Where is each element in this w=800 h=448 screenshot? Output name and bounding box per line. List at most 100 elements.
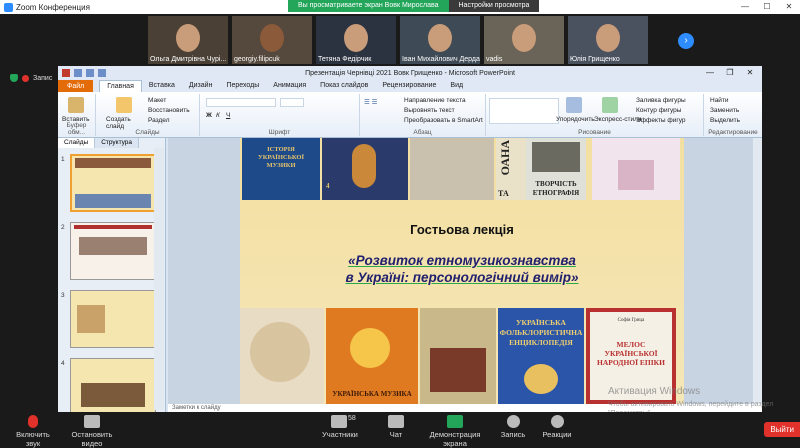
slides-scrollbar[interactable] <box>154 148 164 410</box>
slide-thumbnail[interactable] <box>70 290 156 348</box>
cover-pattern <box>618 160 654 190</box>
align-text-button[interactable]: Выровнять текст <box>404 107 455 114</box>
stop-video-label: Остановить видео <box>71 430 113 448</box>
tab-file[interactable]: Файл <box>58 80 94 92</box>
tab-design[interactable]: Дизайн <box>182 80 220 92</box>
share-screen-label: Демонстрация экрана <box>429 430 481 448</box>
tab-transitions[interactable]: Переходы <box>219 80 266 92</box>
section-button[interactable]: Раздел <box>148 117 169 124</box>
arrange-button[interactable]: Упорядочить <box>556 116 595 123</box>
participant-tile[interactable]: Іван Михайлович Дерда <box>400 16 480 64</box>
restore-icon[interactable]: ❐ <box>720 66 740 80</box>
tab-review[interactable]: Рецензирование <box>375 80 443 92</box>
book-title: ЕНЦИКЛОПЕДІЯ <box>509 338 573 347</box>
slide-thumbnail[interactable] <box>70 222 156 280</box>
book-title: НАРОДНОЇ ЕПІКИ <box>597 358 665 367</box>
book-spine-image: ОАНА ТА <box>496 138 526 200</box>
close-icon[interactable]: ✕ <box>778 0 800 14</box>
reactions-button[interactable]: Реакции <box>542 415 572 439</box>
thumb-image-strip <box>77 305 105 333</box>
tab-home[interactable]: Главная <box>99 80 142 92</box>
italic-icon[interactable]: К <box>216 112 220 119</box>
canvas-scrollbar[interactable] <box>752 138 762 404</box>
minimize-icon[interactable]: — <box>734 0 756 14</box>
replace-button[interactable]: Заменить <box>710 107 739 114</box>
sun-image <box>350 328 390 368</box>
stop-video-button[interactable]: Остановить видео <box>62 415 122 448</box>
select-button[interactable]: Выделить <box>710 117 740 124</box>
clipboard-label: Буфер обм... <box>66 122 87 136</box>
ribbon: Вставить Буфер обм... Создать слайд Маке… <box>58 92 762 138</box>
tab-outline[interactable]: Структура <box>95 138 140 148</box>
tab-animation[interactable]: Анимация <box>266 80 313 92</box>
tab-insert[interactable]: Вставка <box>142 80 182 92</box>
participant-video <box>176 24 200 52</box>
next-page-arrow-icon[interactable]: › <box>678 33 694 49</box>
editing-group-label: Редактирование <box>708 129 758 136</box>
tab-slideshow[interactable]: Показ слайдов <box>313 80 375 92</box>
smartart-button[interactable]: Преобразовать в SmartArt <box>404 117 483 124</box>
tab-slides[interactable]: Слайды <box>58 138 96 148</box>
participant-tile[interactable]: vadis <box>484 16 564 64</box>
slides-group: Создать слайд Макет Восстановить Раздел … <box>96 94 200 136</box>
zoom-window-controls: — ☐ ✕ <box>734 0 800 14</box>
cover-pattern <box>524 364 558 394</box>
participants-icon <box>331 415 347 428</box>
participant-tile[interactable]: Ольга Дмитрівна Чурі... <box>148 16 228 64</box>
participant-name: Тетяна Федірчик <box>318 56 372 63</box>
ppt-window-controls: — ❐ ✕ <box>700 66 760 80</box>
cover-pattern <box>430 348 486 392</box>
book-title: ФОЛЬКЛОРИСТИЧНА <box>499 328 583 337</box>
drawing-group-label: Рисование <box>578 129 611 136</box>
participant-name: Іван Михайлович Дерда <box>402 56 480 63</box>
ppt-window-title: Презентація Чернівці 2021 Вовк Грищенко … <box>305 69 515 77</box>
chat-icon <box>388 415 404 428</box>
clipboard-group: Вставить Буфер обм... <box>58 94 96 136</box>
minimize-icon[interactable]: — <box>700 66 720 80</box>
font-size-box[interactable] <box>280 98 304 107</box>
shape-outline-button[interactable]: Контур фигуры <box>636 107 681 114</box>
bold-icon[interactable]: Ж <box>206 112 212 119</box>
book-title: ІСТОРІЯ <box>267 146 295 153</box>
slide-thumbnail[interactable] <box>70 154 156 212</box>
powerpoint-window: Презентація Чернівці 2021 Вовк Грищенко … <box>58 66 762 412</box>
view-options-button[interactable]: Настройки просмотра <box>448 0 540 12</box>
participant-tile[interactable]: Юлія Грищенко <box>568 16 648 64</box>
record-button[interactable]: Запись <box>500 415 526 439</box>
chat-button[interactable]: Чат <box>386 415 406 439</box>
tab-view[interactable]: Вид <box>443 80 470 92</box>
arrange-icon <box>566 97 582 113</box>
bullets-icon[interactable]: ☰ ☰ <box>364 98 377 106</box>
unmute-button[interactable]: Включить звук <box>8 415 58 448</box>
layout-button[interactable]: Макет <box>148 97 166 104</box>
participants-count: 58 <box>348 415 356 422</box>
slide-thumbnail[interactable] <box>70 358 156 412</box>
thumb-image-strip <box>81 383 145 407</box>
font-name-box[interactable] <box>206 98 276 107</box>
quick-styles-button[interactable]: Экспресс-стили <box>594 116 642 123</box>
subtitle-line-1: «Розвиток етномузикознавства <box>348 253 576 268</box>
participant-name: georgiy.filipcuk <box>234 56 280 63</box>
share-screen-button[interactable]: Демонстрация экрана <box>420 415 490 448</box>
book-title: МУЗИКИ <box>266 162 296 169</box>
shapes-gallery[interactable] <box>489 98 559 124</box>
underline-icon[interactable]: Ч <box>226 112 230 119</box>
shape-fill-button[interactable]: Заливка фигуры <box>636 97 686 104</box>
new-slide-button[interactable]: Создать слайд <box>106 116 136 130</box>
book-title: УКРАЇНСЬКА МУЗИКА <box>332 390 412 398</box>
shape-effects-button[interactable]: Эффекты фигур <box>636 117 686 124</box>
participant-tile[interactable]: georgiy.filipcuk <box>232 16 312 64</box>
recording-indicator: Запис <box>10 74 52 82</box>
font-group-label: Шрифт <box>268 129 291 136</box>
reset-button[interactable]: Восстановить <box>148 107 190 114</box>
unmute-label: Включить звук <box>16 430 50 448</box>
reactions-icon <box>550 415 564 428</box>
maximize-icon[interactable]: ☐ <box>756 0 778 14</box>
find-button[interactable]: Найти <box>710 97 729 104</box>
cover-pattern <box>250 322 310 382</box>
participant-tile[interactable]: Тетяна Федірчик <box>316 16 396 64</box>
close-icon[interactable]: ✕ <box>740 66 760 80</box>
leave-button[interactable]: Выйти <box>764 422 800 437</box>
text-direction-button[interactable]: Направление текста <box>404 97 466 104</box>
slide-title: Гостьова лекція <box>410 222 514 237</box>
